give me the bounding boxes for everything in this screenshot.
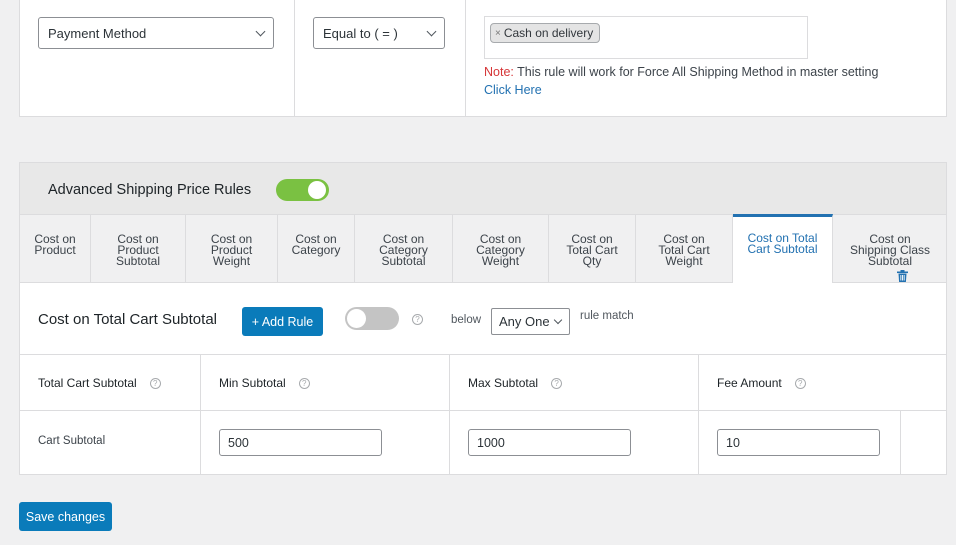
condition-field-value: Payment Method bbox=[48, 25, 147, 41]
selected-value-chip: × Cash on delivery bbox=[490, 23, 601, 43]
tab-cost-on-product-weight[interactable]: Cost on Product Weight bbox=[186, 215, 278, 283]
rule-match-value: Any One bbox=[499, 314, 550, 329]
condition-panel: Payment Method Equal to ( = ) × Cash on … bbox=[19, 0, 947, 117]
help-icon[interactable]: ? bbox=[412, 314, 423, 325]
column-divider bbox=[698, 411, 699, 475]
trash-icon[interactable] bbox=[897, 270, 908, 282]
condition-operator-value: Equal to ( = ) bbox=[323, 25, 398, 41]
column-divider bbox=[449, 411, 450, 475]
advanced-rules-header: Advanced Shipping Price Rules bbox=[20, 163, 946, 215]
tab-cost-on-total-cart-weight[interactable]: Cost on Total Cart Weight bbox=[636, 215, 733, 283]
column-divider bbox=[698, 355, 699, 410]
help-icon[interactable]: ? bbox=[551, 377, 563, 389]
header-label: Max Subtotal bbox=[468, 376, 539, 390]
max-subtotal-input[interactable] bbox=[468, 429, 631, 456]
tab-cost-on-category[interactable]: Cost on Category bbox=[278, 215, 355, 283]
min-subtotal-input[interactable] bbox=[219, 429, 382, 456]
add-rule-button[interactable]: + Add Rule bbox=[242, 307, 323, 336]
chevron-down-icon bbox=[426, 26, 437, 37]
rule-type-tabs: Cost on Product Cost on Product Subtotal… bbox=[20, 214, 947, 283]
note-text: This rule will work for Force All Shippi… bbox=[513, 65, 879, 79]
column-divider bbox=[465, 0, 466, 116]
chip-label: Cash on delivery bbox=[503, 26, 594, 40]
toggle-knob bbox=[308, 181, 326, 199]
header-label: Fee Amount bbox=[717, 376, 782, 390]
below-label: below bbox=[451, 314, 482, 326]
rule-section-toolbar: Cost on Total Cart Subtotal + Add Rule ?… bbox=[20, 283, 946, 355]
column-divider bbox=[294, 0, 295, 116]
tab-cost-on-total-cart-qty[interactable]: Cost on Total Cart Qty bbox=[549, 215, 636, 283]
save-changes-button[interactable]: Save changes bbox=[19, 502, 112, 531]
help-icon[interactable]: ? bbox=[298, 377, 310, 389]
help-icon[interactable]: ? bbox=[149, 377, 161, 389]
rule-match-toggle[interactable] bbox=[345, 307, 399, 330]
tab-cost-on-category-subtotal[interactable]: Cost on Category Subtotal bbox=[355, 215, 453, 283]
tab-cost-on-product-subtotal[interactable]: Cost on Product Subtotal bbox=[91, 215, 186, 283]
tab-cost-on-shipping-class-subtotal[interactable]: Cost on Shipping Class Subtotal bbox=[833, 215, 947, 283]
advanced-rules-panel: Advanced Shipping Price Rules Cost on Pr… bbox=[19, 162, 947, 475]
rule-note: Note: This rule will work for Force All … bbox=[484, 65, 878, 79]
toggle-knob bbox=[347, 309, 366, 328]
chevron-down-icon bbox=[553, 315, 563, 325]
row-label: Cart Subtotal bbox=[38, 435, 106, 447]
header-label: Min Subtotal bbox=[219, 376, 286, 390]
tab-cost-on-category-weight[interactable]: Cost on Category Weight bbox=[453, 215, 549, 283]
click-here-link[interactable]: Click Here bbox=[484, 83, 542, 97]
note-label: Note: bbox=[484, 65, 514, 79]
table-row: Cart Subtotal bbox=[20, 411, 946, 475]
fee-amount-input[interactable] bbox=[717, 429, 880, 456]
condition-values-multiselect[interactable]: × Cash on delivery bbox=[484, 16, 808, 59]
rules-table-header: Total Cart Subtotal ? Min Subtotal ? Max… bbox=[20, 355, 946, 411]
tab-cost-on-total-cart-subtotal[interactable]: Cost on Total Cart Subtotal bbox=[733, 214, 833, 283]
header-fee-amount: Fee Amount ? bbox=[717, 376, 806, 390]
header-label: Total Cart Subtotal bbox=[38, 376, 137, 390]
rule-match-label: rule match bbox=[580, 310, 634, 322]
header-min-subtotal: Min Subtotal ? bbox=[219, 376, 310, 390]
advanced-rules-toggle[interactable] bbox=[276, 179, 329, 201]
column-divider bbox=[449, 355, 450, 410]
condition-operator-select[interactable]: Equal to ( = ) bbox=[313, 17, 445, 49]
rule-section-title: Cost on Total Cart Subtotal bbox=[38, 311, 217, 328]
advanced-rules-title: Advanced Shipping Price Rules bbox=[48, 182, 252, 198]
column-divider bbox=[900, 411, 901, 475]
help-icon[interactable]: ? bbox=[794, 377, 806, 389]
tab-cost-on-product[interactable]: Cost on Product bbox=[20, 215, 91, 283]
chevron-down-icon bbox=[255, 26, 266, 37]
header-max-subtotal: Max Subtotal ? bbox=[468, 376, 563, 390]
column-divider bbox=[200, 411, 201, 475]
rule-match-select[interactable]: Any One bbox=[491, 308, 570, 335]
remove-chip-icon[interactable]: × bbox=[495, 28, 501, 39]
column-divider bbox=[200, 355, 201, 410]
header-total-cart-subtotal: Total Cart Subtotal ? bbox=[38, 376, 161, 390]
condition-field-select[interactable]: Payment Method bbox=[38, 17, 274, 49]
